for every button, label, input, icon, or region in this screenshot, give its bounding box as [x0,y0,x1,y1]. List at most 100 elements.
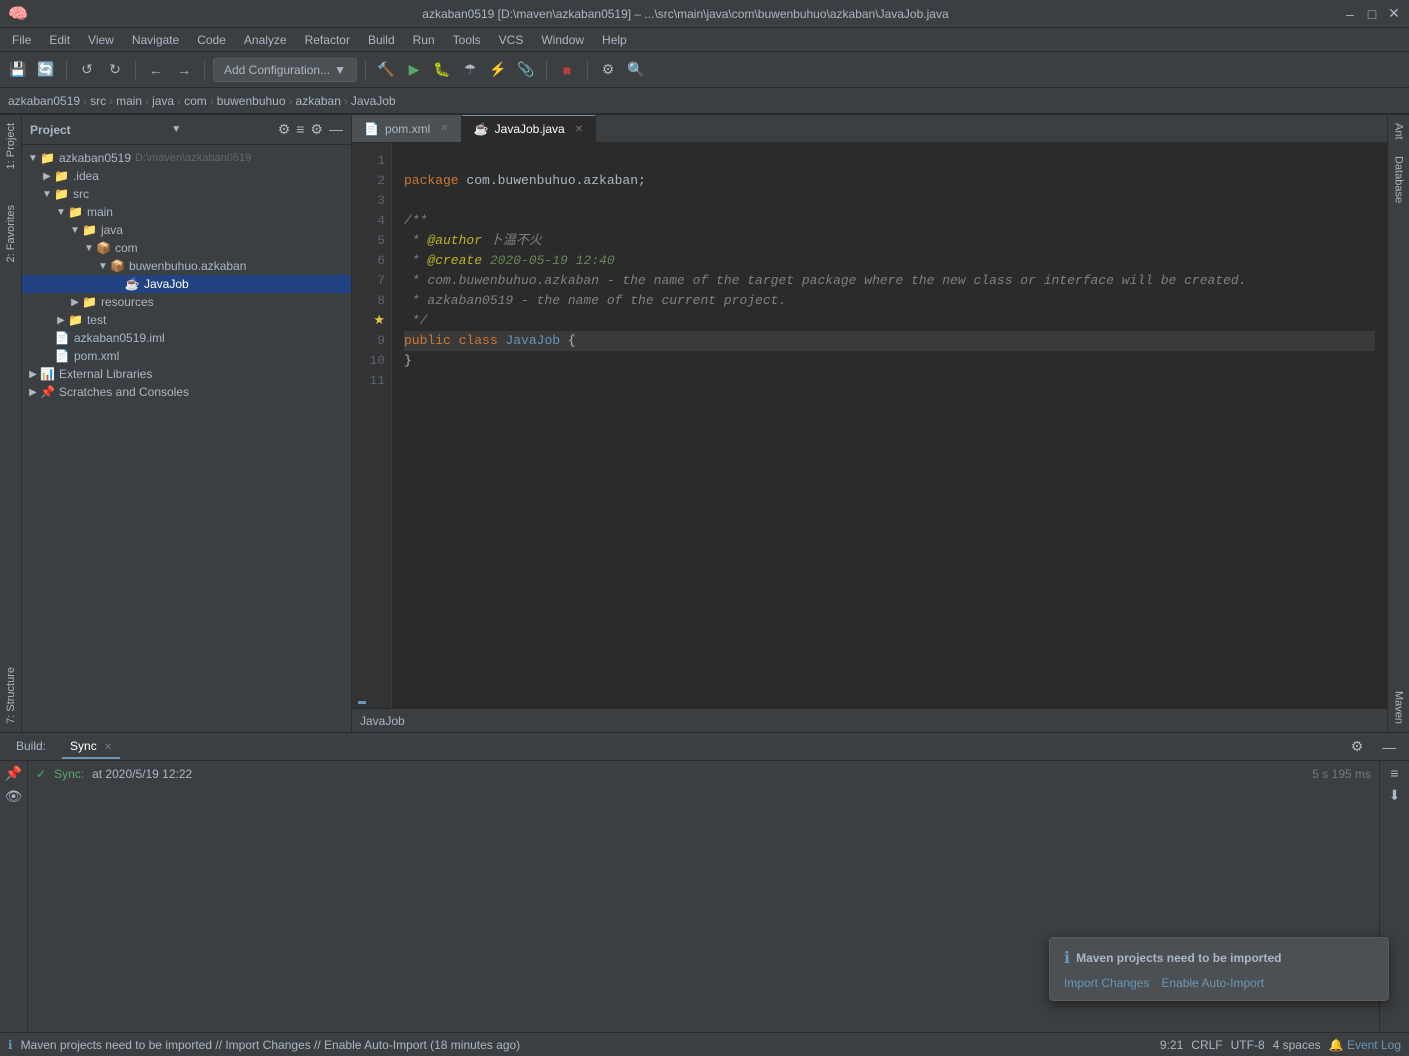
event-log-button[interactable]: 🔔 Event Log [1329,1038,1401,1052]
menu-refactor[interactable]: Refactor [297,31,358,49]
editor-tabs: 📄 pom.xml ✕ ☕ JavaJob.java ✕ [352,115,1387,143]
toolbar-sep-5 [546,60,547,80]
menu-tools[interactable]: Tools [445,31,489,49]
notification-popup: ℹ Maven projects need to be imported Imp… [1049,937,1389,1001]
settings-gear-button[interactable]: ⚙ [310,121,323,138]
bottom-tab-sync[interactable]: Sync ✕ [62,735,120,759]
menu-run[interactable]: Run [405,31,443,49]
indent-size[interactable]: 4 spaces [1273,1038,1321,1052]
bottom-left-icons: 📌 👁 [0,761,28,1032]
charset[interactable]: UTF-8 [1231,1038,1265,1052]
tab-pom-close[interactable]: ✕ [440,123,448,134]
tree-item-javajob[interactable]: ▶ ☕ JavaJob [22,275,351,293]
menu-window[interactable]: Window [533,31,592,49]
save-all-button[interactable]: 💾 [6,58,30,82]
run-button[interactable]: ▶ [402,58,426,82]
sidebar-item-favorites[interactable]: 2: Favorites [3,197,19,270]
status-message: Maven projects need to be imported // Im… [21,1038,521,1052]
sidebar-item-ant[interactable]: Ant [1391,115,1407,148]
code-editor[interactable]: package com.buwenbuhuo.azkaban; /** * @a… [392,143,1387,708]
attach-debugger-button[interactable]: 📎 [514,58,538,82]
tree-item-resources[interactable]: ▶ 📁 resources [22,293,351,311]
breadcrumb-javajob[interactable]: JavaJob [351,94,396,108]
tree-item-scratches[interactable]: ▶ 📌 Scratches and Consoles [22,383,351,401]
run-configuration-button[interactable]: Add Configuration... ▼ [213,58,357,82]
menu-file[interactable]: File [4,31,39,49]
line-numbers: 1 2 3 4 5 6 7 8 ★ 9 10 11 [352,143,392,708]
search-everywhere-button[interactable]: 🔍 [624,58,648,82]
notification-info-icon: ℹ [1064,948,1070,968]
tab-javajob-close[interactable]: ✕ [575,124,583,135]
debug-button[interactable]: 🐛 [430,58,454,82]
notification-title: Maven projects need to be imported [1076,951,1281,965]
import-changes-link[interactable]: Import Changes [1064,976,1149,990]
cursor-position[interactable]: 9:21 [1160,1038,1183,1052]
minimize-button[interactable]: ‒ [1343,7,1357,21]
line-ending[interactable]: CRLF [1191,1038,1222,1052]
undo-button[interactable]: ↺ [75,58,99,82]
menu-edit[interactable]: Edit [41,31,78,49]
tree-item-pom[interactable]: ▶ 📄 pom.xml [22,347,351,365]
breadcrumb-com[interactable]: com [184,94,207,108]
hide-panel-button[interactable]: — [329,121,343,138]
tree-item-root[interactable]: ▼ 📁 azkaban0519 D:\maven\azkaban0519 [22,149,351,167]
tree-item-ext-libs[interactable]: ▶ 📊 External Libraries [22,365,351,383]
bottom-settings-button[interactable]: ⚙ [1345,735,1369,759]
sidebar-item-project[interactable]: 1: Project [3,115,19,177]
redo-button[interactable]: ↻ [103,58,127,82]
navigate-back-button[interactable]: ← [144,58,168,82]
breadcrumb-azkaban[interactable]: azkaban [296,94,341,108]
menu-help[interactable]: Help [594,31,635,49]
menu-view[interactable]: View [80,31,122,49]
sidebar-item-structure[interactable]: 7: Structure [3,659,19,732]
enable-auto-import-link[interactable]: Enable Auto-Import [1161,976,1264,990]
synchronize-button[interactable]: 🔄 [34,58,58,82]
right-side-tabs: Ant Database Maven [1387,115,1409,732]
breadcrumb-src[interactable]: src [90,94,106,108]
tab-javajob[interactable]: ☕ JavaJob.java ✕ [462,115,596,142]
breadcrumb-project[interactable]: azkaban0519 [8,94,80,108]
stop-button[interactable]: ■ [555,58,579,82]
bottom-right-icon-2[interactable]: ⬇ [1389,787,1401,804]
tree-item-com[interactable]: ▼ 📦 com [22,239,351,257]
build-project-button[interactable]: 🔨 [374,58,398,82]
bottom-tab-build[interactable]: Build: [8,735,54,759]
bottom-tab-sync-close[interactable]: ✕ [104,742,112,753]
bottom-right-icon-1[interactable]: ≡ [1390,765,1398,781]
tree-item-test[interactable]: ▶ 📁 test [22,311,351,329]
editor-content[interactable]: 1 2 3 4 5 6 7 8 ★ 9 10 11 package c [352,143,1387,708]
bottom-hide-button[interactable]: — [1377,735,1401,759]
menu-code[interactable]: Code [189,31,234,49]
close-button[interactable]: ✕ [1387,7,1401,21]
run-config-dropdown-icon: ▼ [334,63,346,77]
menu-navigate[interactable]: Navigate [124,31,187,49]
profile-button[interactable]: ⚡ [486,58,510,82]
filter-button[interactable]: 👁 [5,788,23,805]
tree-item-main[interactable]: ▼ 📁 main [22,203,351,221]
sync-entry: ✓ Sync: at 2020/5/19 12:22 5 s 195 ms [36,767,1371,781]
sidebar-item-database[interactable]: Database [1391,148,1407,211]
settings-button[interactable]: ⚙ [596,58,620,82]
navigate-forward-button[interactable]: → [172,58,196,82]
title-bar-title: azkaban0519 [D:\maven\azkaban0519] – ...… [28,7,1343,21]
tree-item-java[interactable]: ▼ 📁 java [22,221,351,239]
menu-build[interactable]: Build [360,31,403,49]
tree-item-buwenbuhuo[interactable]: ▼ 📦 buwenbuhuo.azkaban [22,257,351,275]
coverage-button[interactable]: ☂ [458,58,482,82]
main-layout: 1: Project 2: Favorites 7: Structure Pro… [0,115,1409,1032]
breadcrumb-main[interactable]: main [116,94,142,108]
maximize-button[interactable]: □ [1365,7,1379,21]
menu-vcs[interactable]: VCS [491,31,532,49]
breadcrumb-java[interactable]: java [152,94,174,108]
tab-pom-xml[interactable]: 📄 pom.xml ✕ [352,115,462,142]
tree-item-src[interactable]: ▼ 📁 src [22,185,351,203]
sync-files-button[interactable]: ⚙ [278,121,291,138]
status-bar: ℹ Maven projects need to be imported // … [0,1032,1409,1056]
sidebar-item-maven[interactable]: Maven [1391,683,1407,732]
tree-item-idea[interactable]: ▶ 📁 .idea [22,167,351,185]
tree-item-iml[interactable]: ▶ 📄 azkaban0519.iml [22,329,351,347]
collapse-all-button[interactable]: ≡ [296,121,304,138]
pin-button[interactable]: 📌 [5,765,22,782]
breadcrumb-buwenbuhuo[interactable]: buwenbuhuo [217,94,286,108]
menu-analyze[interactable]: Analyze [236,31,295,49]
